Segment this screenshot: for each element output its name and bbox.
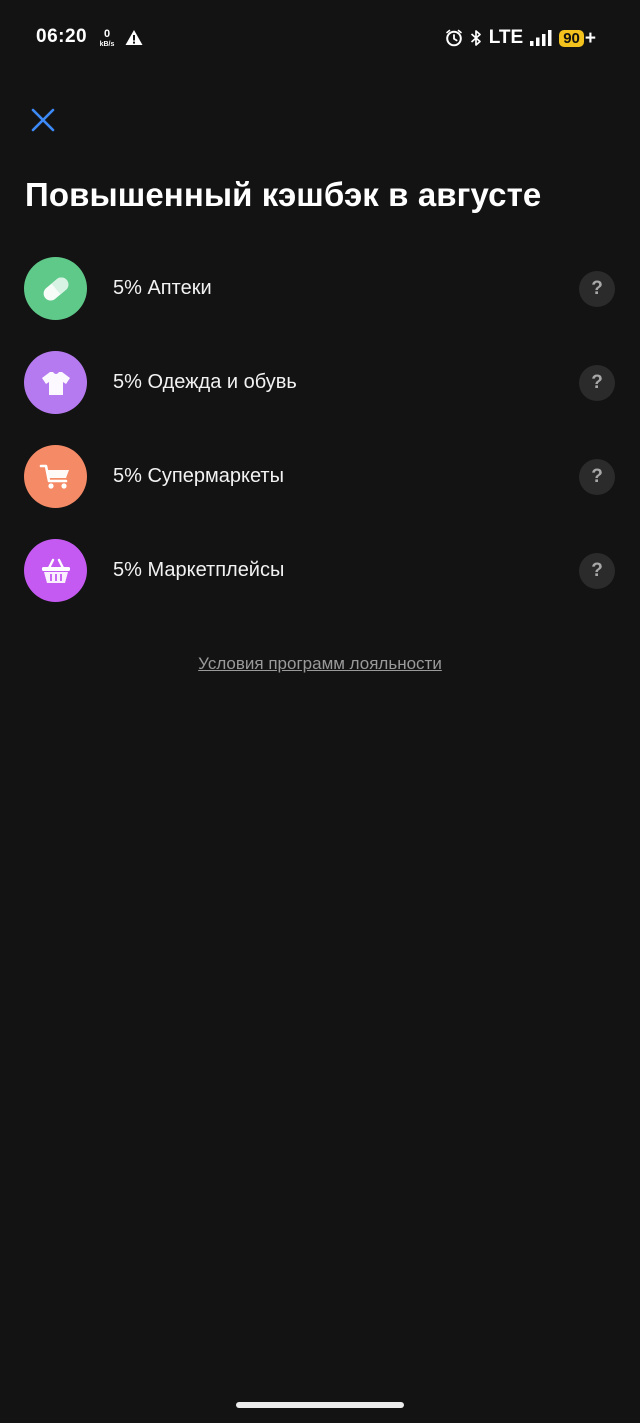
list-item[interactable]: 5% Аптеки ?	[0, 242, 640, 336]
question-icon: ?	[591, 278, 603, 299]
charging-icon: +	[584, 27, 596, 49]
category-label: 5% Супермаркеты	[113, 465, 284, 487]
category-icon-bg	[24, 257, 87, 320]
question-icon: ?	[591, 560, 603, 581]
category-icon-bg	[24, 445, 87, 508]
help-button[interactable]: ?	[579, 553, 615, 589]
category-label: 5% Аптеки	[113, 277, 212, 299]
tshirt-icon	[41, 371, 70, 395]
signal-icon	[530, 30, 552, 46]
warning-icon	[125, 30, 143, 45]
status-time: 06:20	[36, 26, 88, 47]
list-item[interactable]: 5% Одежда и обувь ?	[0, 336, 640, 430]
list-item[interactable]: 5% Супермаркеты ?	[0, 430, 640, 524]
basket-icon	[41, 558, 70, 583]
list-item[interactable]: 5% Маркетплейсы ?	[0, 524, 640, 618]
page-title: Повышенный кэшбэк в августе	[25, 176, 542, 213]
category-label: 5% Маркетплейсы	[113, 559, 285, 581]
pill-icon	[43, 277, 68, 300]
cashback-category-list: 5% Аптеки ? 5% Одежда и обувь ? 5% Супер…	[0, 242, 640, 618]
network-speed: 0 kB/s	[98, 28, 116, 49]
status-bar: 06:20 0 kB/s LTE 90 +	[0, 0, 640, 76]
help-button[interactable]: ?	[579, 459, 615, 495]
alarm-icon	[445, 29, 462, 47]
help-button[interactable]: ?	[579, 365, 615, 401]
network-speed-value: 0	[103, 28, 111, 40]
close-button[interactable]	[27, 104, 59, 136]
network-speed-unit: kB/s	[99, 41, 115, 48]
category-icon-bg	[24, 351, 87, 414]
cart-icon	[39, 464, 69, 489]
status-icons: LTE 90 +	[438, 26, 596, 50]
battery-level: 90	[559, 29, 584, 47]
close-icon	[31, 108, 55, 132]
help-button[interactable]: ?	[579, 271, 615, 307]
loyalty-conditions-link[interactable]: Условия программ лояльности	[0, 654, 640, 674]
network-type: LTE	[488, 27, 524, 48]
home-indicator[interactable]	[236, 1402, 404, 1408]
battery-indicator: 90 +	[559, 29, 596, 48]
category-label: 5% Одежда и обувь	[113, 371, 297, 393]
question-icon: ?	[591, 372, 603, 393]
question-icon: ?	[591, 466, 603, 487]
category-icon-bg	[24, 539, 87, 602]
bluetooth-icon	[470, 30, 481, 46]
